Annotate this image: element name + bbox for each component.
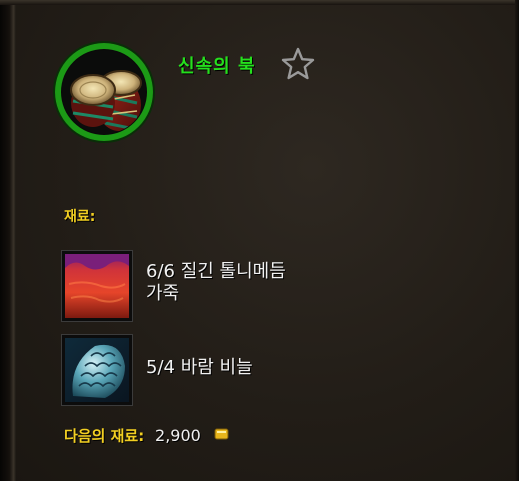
leather-icon <box>61 250 133 322</box>
reagent-name-line2: 가죽 <box>146 283 180 304</box>
reagent-count: 6/6 <box>146 261 175 282</box>
reagent-name-line1: 바람 비늘 <box>180 357 253 378</box>
reagent-row[interactable]: 5/4 바람 비늘 <box>61 334 422 406</box>
scale-icon <box>61 334 133 406</box>
frame-right-border <box>515 0 519 481</box>
reagent-label: 6/6 질긴 톨니메듬 가죽 <box>146 261 376 305</box>
star-outline-icon[interactable] <box>280 46 316 82</box>
optional-reagent-line: 다음의 재료: 2,900 <box>64 425 230 446</box>
reagent-row[interactable]: 6/6 질긴 톨니메듬 가죽 <box>61 250 422 322</box>
gold-coin-icon <box>214 427 230 441</box>
reagent-name-line1: 질긴 톨니메듬 <box>180 261 286 282</box>
optional-label: 다음의 재료: <box>64 427 145 445</box>
reagent-label: 5/4 바람 비늘 <box>146 357 376 379</box>
reagent-count: 5/4 <box>146 357 175 378</box>
optional-value: 2,900 <box>155 426 201 445</box>
tooltip-frame: 신속의 북 재료: 6/6 질긴 톨니메듬 가죽 5/4 바람 비늘 다음의 재… <box>0 0 519 481</box>
drums-icon[interactable] <box>55 43 153 141</box>
frame-top-border <box>0 0 519 5</box>
reagents-header: 재료: <box>64 209 96 225</box>
frame-left-border <box>0 0 16 481</box>
recipe-name: 신속의 북 <box>178 56 256 77</box>
